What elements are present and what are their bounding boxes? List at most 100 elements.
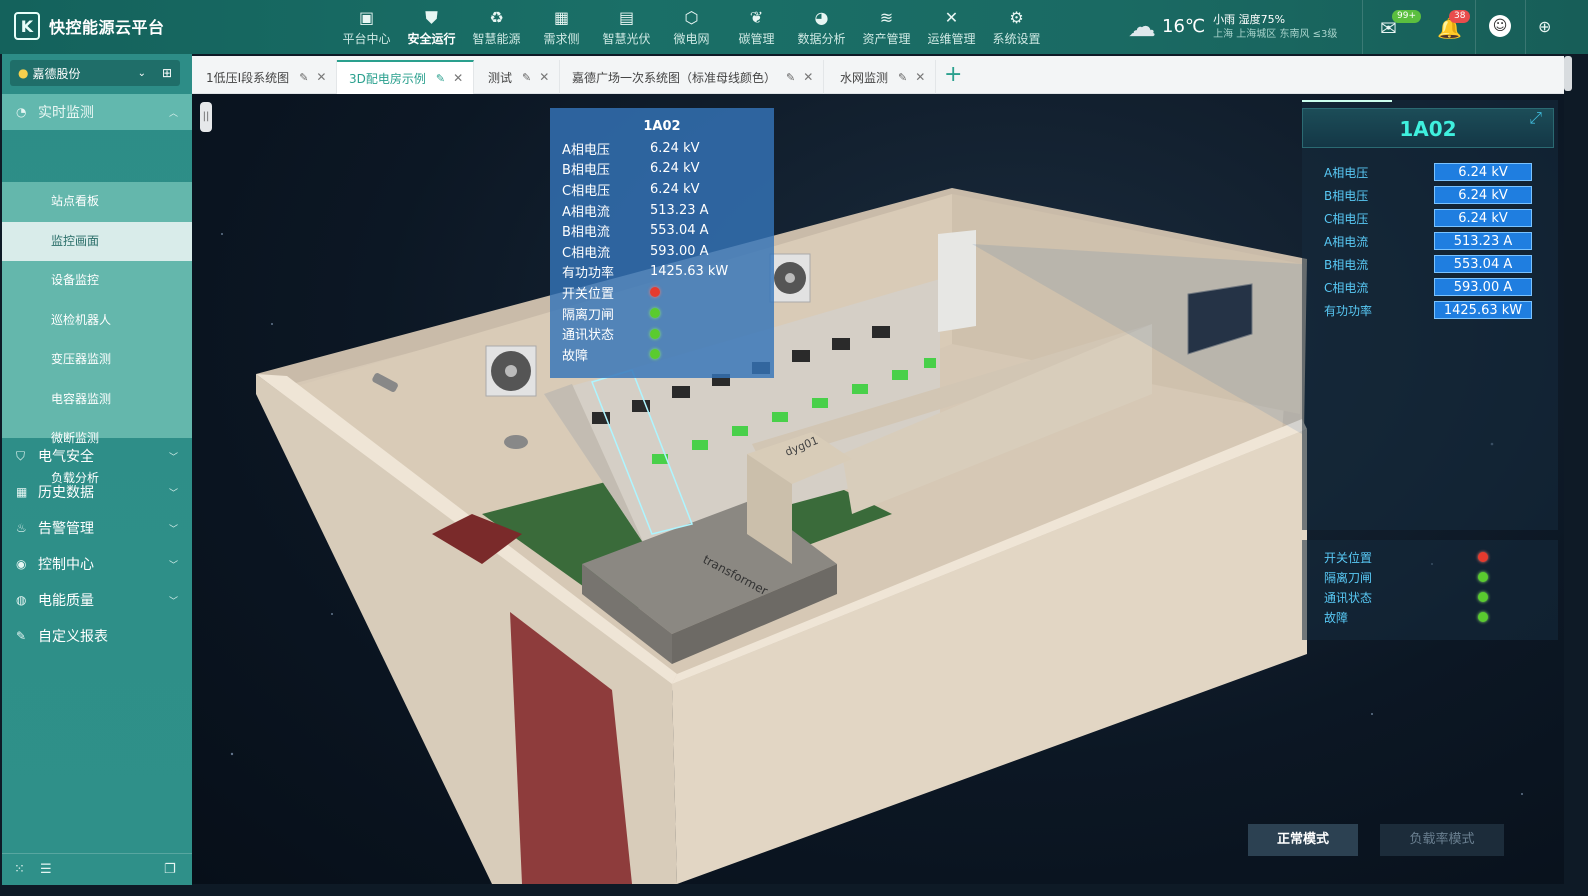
chevron-down-icon: ﹀	[168, 560, 178, 571]
status-dot-icon	[1478, 592, 1488, 602]
user-avatar[interactable]: ☺	[1489, 15, 1511, 37]
panel-row: B相电压 6.24 kV	[1324, 185, 1534, 205]
chevron-down-icon: ﹀	[168, 596, 178, 607]
cabinet-status-panel: 开关位置 隔离刀闸 通讯状态 故障	[1302, 540, 1558, 640]
apps-grid-icon[interactable]: ⁙	[14, 862, 25, 877]
tab-label: 水网监测	[840, 70, 889, 85]
nav-item-0[interactable]: ▣ 平台中心	[334, 0, 399, 54]
3d-scene[interactable]: transformer dyg01 || 1A02 A相电压 6.24 kV B相电…	[192, 94, 1564, 884]
edit-icon[interactable]: ✎	[898, 71, 907, 84]
tooltip-row: A相电压 6.24 kV	[562, 138, 762, 159]
main-nav: ▣ 平台中心 ⛊ 安全运行 ♻ 智慧能源 ▦ 需求侧 ▤ 智慧光伏 ⬡ 微电网 ❦ 碳管理 ◕ 数据分析 ≋ 资产…	[334, 0, 1049, 54]
tab-4[interactable]: 水网监测 ✎ ✕	[828, 60, 937, 94]
panel-key: B相电流	[1324, 257, 1369, 272]
nav-item-label: 运维管理	[927, 31, 976, 46]
nav-item-label: 碳管理	[738, 31, 775, 46]
edit-icon[interactable]: ✎	[299, 71, 308, 84]
nav-item-9[interactable]: ✕ 运维管理	[919, 0, 984, 54]
notification-button[interactable]: 🔔 38	[1437, 10, 1471, 40]
close-icon[interactable]: ✕	[915, 70, 925, 84]
tooltip-row: 有功功率 1425.63 kW	[562, 262, 762, 283]
nav-item-label: 安全运行	[407, 31, 456, 46]
sidebar-group-3[interactable]: ♨ 告警管理 ﹀	[2, 510, 192, 546]
add-tab-button[interactable]: +	[944, 62, 962, 87]
sidebar-group-label: 电能质量	[38, 593, 94, 609]
nav-item-8[interactable]: ≋ 资产管理	[854, 0, 919, 54]
tooltip-value: 6.24 kV	[650, 140, 700, 156]
sidebar-group-6[interactable]: ✎ 自定义报表	[2, 618, 192, 654]
panel-value: 553.04 A	[1434, 255, 1532, 273]
normal-mode-button[interactable]: 正常模式	[1248, 824, 1358, 856]
drag-handle[interactable]: ||	[200, 102, 212, 132]
panel-key: A相电流	[1324, 234, 1369, 249]
load-rate-mode-button[interactable]: 负载率模式	[1380, 824, 1504, 856]
sidebar: ● 嘉德股份 ⌄ ⊞ ◔ 实时监测 ︿ ⛉ 电气安全 ﹀ ▦ 历史数据 ﹀ ♨ 告警管理 ﹀ ◉ 控制中心…	[2, 54, 192, 885]
sidebar-subitem-5[interactable]: 电容器监测	[2, 380, 192, 420]
sidebar-subitem-6[interactable]: 微断监测	[2, 419, 192, 459]
tab-1[interactable]: 3D配电房示例 ✎ ✕	[337, 60, 475, 94]
grid-icon[interactable]: ⊞	[162, 66, 172, 80]
mail-badge: 99+	[1392, 10, 1421, 23]
scrollbar[interactable]	[1564, 56, 1572, 91]
nav-item-7[interactable]: ◕ 数据分析	[789, 0, 854, 54]
edit-icon[interactable]: ✎	[786, 71, 795, 84]
copy-window-icon[interactable]: ❐	[164, 862, 176, 877]
app-title: 快控能源云平台	[49, 18, 165, 37]
expand-icon[interactable]: ⤢	[1529, 108, 1542, 128]
mail-button[interactable]: ✉ 99+	[1380, 10, 1421, 40]
sidebar-subitem-4[interactable]: 变压器监测	[2, 340, 192, 380]
close-icon[interactable]: ✕	[539, 70, 549, 84]
sidebar-subitem-0[interactable]: 站点看板	[2, 182, 192, 222]
panel-value: 593.00 A	[1434, 278, 1532, 296]
sidebar-subitem-2[interactable]: 设备监控	[2, 261, 192, 301]
nav-item-2[interactable]: ♻ 智慧能源	[464, 0, 529, 54]
nav-item-1[interactable]: ⛊ 安全运行	[399, 0, 464, 54]
sidebar-subitem-1[interactable]: 监控画面	[2, 221, 192, 261]
tooltip-row: B相电压 6.24 kV	[562, 159, 762, 180]
sidebar-group-4[interactable]: ◉ 控制中心 ﹀	[2, 546, 192, 582]
location-pin-icon: ●	[18, 66, 29, 80]
tab-2[interactable]: 测试 ✎ ✕	[476, 60, 561, 94]
notification-badge: 38	[1449, 10, 1471, 23]
nav-item-3[interactable]: ▦ 需求侧	[529, 0, 594, 54]
sidebar-group-5[interactable]: ◍ 电能质量 ﹀	[2, 582, 192, 618]
network-icon: ⬡	[684, 7, 699, 27]
nav-item-6[interactable]: ❦ 碳管理	[724, 0, 789, 54]
edit-icon[interactable]: ✎	[522, 71, 531, 84]
close-icon[interactable]: ✕	[316, 70, 326, 84]
close-icon[interactable]: ✕	[453, 71, 463, 85]
sidebar-group-0[interactable]: ◔ 实时监测 ︿	[2, 94, 192, 130]
edit-icon[interactable]: ✎	[436, 72, 445, 85]
sidebar-subitem-7[interactable]: 负载分析	[2, 459, 192, 499]
nav-item-10[interactable]: ⚙ 系统设置	[984, 0, 1049, 54]
nav-item-5[interactable]: ⬡ 微电网	[659, 0, 724, 54]
close-icon[interactable]: ✕	[803, 70, 813, 84]
rain-cloud-icon: ☁	[1128, 10, 1156, 43]
tooltip-key: 通讯状态	[562, 328, 615, 344]
org-select[interactable]: ● 嘉德股份 ⌄ ⊞	[10, 60, 180, 86]
weather-humidity: 湿度75%	[1238, 12, 1286, 26]
panel-deco-line	[1302, 100, 1392, 102]
tab-bar: + 1低压I段系统图 ✎ ✕ 3D配电房示例 ✎ ✕ 测试 ✎ ✕ 嘉德广场一次系统图（标准母线颜…	[192, 56, 1564, 94]
sidebar-subitem-3[interactable]: 巡检机器人	[2, 301, 192, 341]
divider	[1362, 0, 1363, 54]
status-dot-icon	[1478, 612, 1488, 622]
panel-row: A相电流 513.23 A	[1324, 231, 1534, 251]
report-edit-icon: ✎	[16, 629, 27, 643]
panel-status-key: 开关位置	[1324, 550, 1373, 565]
tooltip-key: 隔离刀闸	[562, 307, 615, 323]
monitor-icon: ▣	[358, 7, 375, 27]
app-logo[interactable]: K 快控能源云平台	[14, 12, 165, 40]
tooltip-status-row: 通讯状态	[562, 323, 762, 344]
tab-3[interactable]: 嘉德广场一次系统图（标准母线颜色） ✎ ✕	[560, 60, 825, 94]
collapse-menu-icon[interactable]: ☰	[40, 862, 52, 877]
panel-status-row: 开关位置	[1324, 548, 1534, 566]
recycle-icon: ♻	[489, 7, 504, 27]
tab-0[interactable]: 1低压I段系统图 ✎ ✕	[194, 60, 338, 94]
tab-label: 1低压I段系统图	[206, 70, 290, 85]
language-globe-icon[interactable]: ⊕	[1538, 17, 1551, 36]
nav-item-4[interactable]: ▤ 智慧光伏	[594, 0, 659, 54]
tab-label: 测试	[488, 70, 513, 85]
tooltip-key: 有功功率	[562, 266, 615, 282]
panel-key: C相电流	[1324, 280, 1369, 295]
